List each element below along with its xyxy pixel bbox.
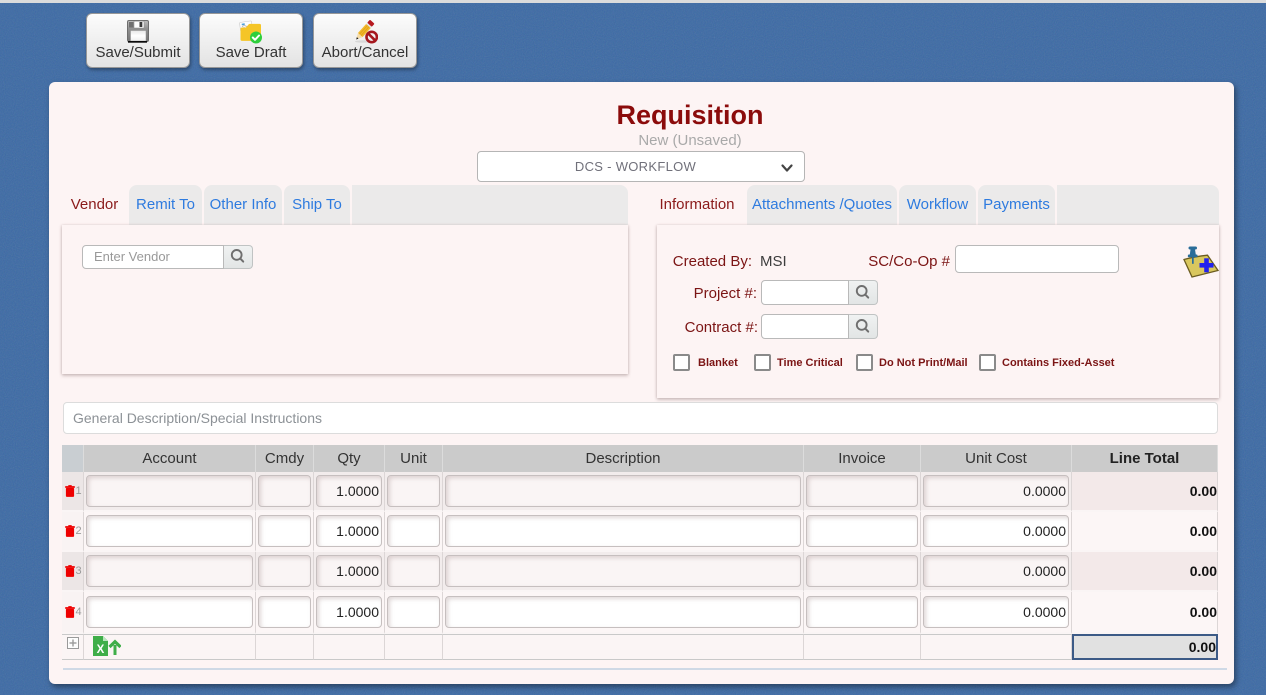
svg-text:X: X	[97, 644, 105, 656]
